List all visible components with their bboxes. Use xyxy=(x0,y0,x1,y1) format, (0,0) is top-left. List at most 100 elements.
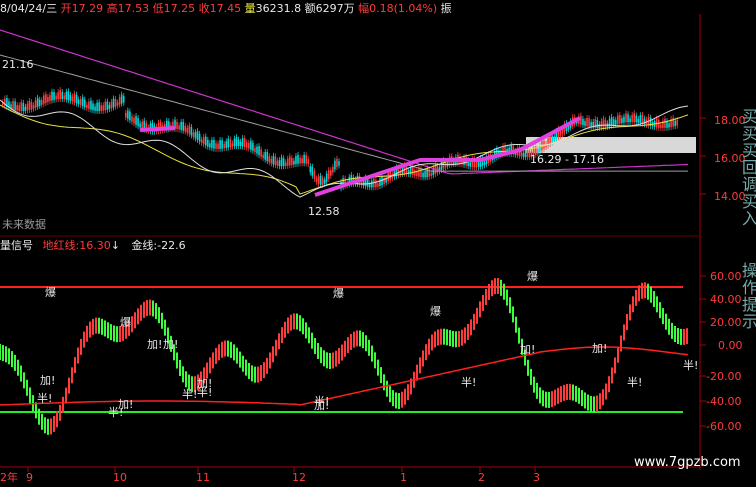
candle-body xyxy=(237,139,240,147)
candle-body xyxy=(137,118,139,127)
candle-body xyxy=(254,148,256,153)
candle-body xyxy=(125,112,127,118)
candle-body xyxy=(231,143,234,147)
candle-body xyxy=(63,95,66,100)
candle-body xyxy=(286,158,289,166)
candle-body xyxy=(96,102,98,111)
ind-tick-m60: -60.00 xyxy=(706,420,742,433)
candle-body xyxy=(20,102,23,111)
candle-body xyxy=(90,100,92,110)
candle-body xyxy=(69,94,72,101)
signal-marker: 半! xyxy=(314,395,330,408)
candle-body xyxy=(598,124,601,128)
candle-body xyxy=(190,127,193,136)
candle-body xyxy=(588,118,590,127)
candle-body xyxy=(215,143,217,149)
candle-body xyxy=(118,97,121,105)
candle-body xyxy=(202,137,205,145)
candle-body xyxy=(301,158,303,164)
candle-body xyxy=(303,154,305,164)
candle-body xyxy=(524,149,527,158)
candle-body xyxy=(110,101,113,109)
candle-body xyxy=(127,110,129,119)
candle-body xyxy=(30,102,33,110)
candle-body xyxy=(268,156,271,163)
future-label: 未来数据 xyxy=(2,218,46,231)
candle-body xyxy=(469,162,471,167)
candle-body xyxy=(272,155,275,165)
candle-body xyxy=(194,132,197,139)
candle-body xyxy=(182,121,184,131)
price-side-text: 买买买回调买入 xyxy=(739,108,756,227)
candle-body xyxy=(211,139,213,149)
candle-body xyxy=(264,151,266,160)
candle-body xyxy=(299,157,301,164)
low-marker: 12.58 xyxy=(308,205,340,218)
candle-body xyxy=(120,94,123,104)
signal-marker: 半! xyxy=(37,392,53,405)
candle-body xyxy=(258,146,260,156)
candle-body xyxy=(129,111,131,121)
candle-body xyxy=(323,179,326,184)
candle-body xyxy=(71,96,74,102)
candle-body xyxy=(422,172,424,178)
candle-body xyxy=(604,120,607,128)
candle-body xyxy=(49,95,51,102)
candle-body xyxy=(248,142,250,149)
left-top-value: 21.16 xyxy=(2,58,34,71)
candle-body xyxy=(209,143,211,148)
x-label-1: 1 xyxy=(400,471,407,484)
candle-body xyxy=(266,152,269,162)
candle-body xyxy=(100,105,102,111)
gold-line-value: -22.6 xyxy=(157,239,186,252)
signal-marker: 半! xyxy=(197,386,213,399)
candle-body xyxy=(614,119,617,125)
candle-body xyxy=(602,118,605,128)
candle-body xyxy=(34,100,37,108)
candle-body xyxy=(235,137,238,147)
candle-body xyxy=(668,123,670,128)
signal-marker: 爆 xyxy=(430,305,441,318)
candle-body xyxy=(522,153,525,157)
candle-body xyxy=(600,121,603,128)
x-label-12: 12 xyxy=(292,471,306,484)
candle-body xyxy=(75,94,78,104)
candle-body xyxy=(664,118,666,128)
x-label-11: 11 xyxy=(196,471,210,484)
candle-body xyxy=(426,168,428,178)
candle-body xyxy=(227,138,230,148)
candle-body xyxy=(53,91,55,100)
candle-body xyxy=(57,92,59,100)
candle-body xyxy=(617,115,619,125)
candle-body xyxy=(184,125,187,132)
candle-body xyxy=(221,140,223,149)
candle-body xyxy=(86,104,88,109)
candle-body xyxy=(98,102,100,111)
candle-body xyxy=(424,171,426,178)
candle-body xyxy=(233,138,236,147)
candle-body xyxy=(24,106,27,111)
candle-body xyxy=(307,159,310,164)
candle-body xyxy=(280,157,283,167)
candle-body xyxy=(79,99,82,106)
candle-body xyxy=(176,121,178,129)
purple-signal-1 xyxy=(139,126,176,132)
candle-body xyxy=(186,127,189,133)
candle-body xyxy=(55,95,57,100)
candle-body xyxy=(217,143,219,149)
candle-body xyxy=(430,172,433,177)
candle-body xyxy=(405,166,408,174)
candle-body xyxy=(188,125,191,135)
signal-marker: 加! xyxy=(520,343,536,356)
candle-body xyxy=(330,170,332,176)
signal-marker: 爆 xyxy=(120,316,131,329)
candle-body xyxy=(116,102,119,106)
candle-body xyxy=(278,160,281,167)
candle-body xyxy=(180,121,182,130)
candle-body xyxy=(553,136,556,141)
candle-body xyxy=(229,139,232,148)
candle-body xyxy=(276,160,279,166)
candle-body xyxy=(245,142,248,148)
candle-body xyxy=(270,158,273,164)
candle-body xyxy=(325,173,328,182)
